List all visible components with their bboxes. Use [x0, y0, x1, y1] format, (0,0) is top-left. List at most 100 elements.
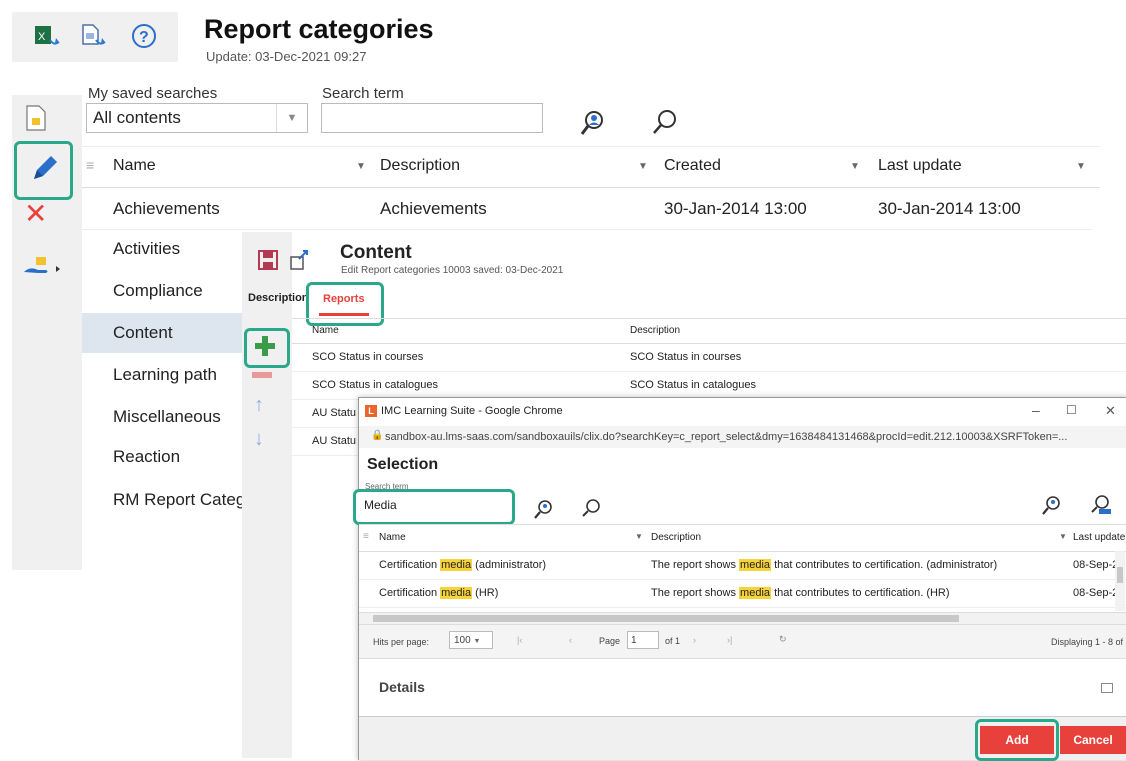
- next-page-icon[interactable]: ›: [693, 635, 696, 645]
- collapse-icon[interactable]: [1101, 683, 1113, 693]
- user-search-icon[interactable]: [1041, 494, 1063, 516]
- remove-minus-icon[interactable]: [252, 372, 272, 378]
- refresh-icon[interactable]: ↻: [779, 634, 787, 645]
- selection-grid-header: ≡ Name ▼ Description ▼ Last update: [359, 524, 1126, 552]
- user-search-icon[interactable]: [533, 498, 555, 520]
- column-header-description[interactable]: Description: [630, 325, 680, 336]
- details-label: Details: [379, 679, 425, 695]
- search-icon[interactable]: [581, 498, 601, 518]
- edit-button-highlight[interactable]: [14, 141, 73, 200]
- content-side-toolbar: [242, 232, 292, 758]
- app-favicon-icon: L: [365, 405, 377, 417]
- tab-description[interactable]: Description: [248, 292, 309, 304]
- hand-assign-icon[interactable]: [22, 254, 62, 280]
- first-page-icon[interactable]: |‹: [517, 635, 522, 645]
- column-header-last-update[interactable]: Last update: [878, 157, 962, 175]
- column-header-last-update[interactable]: Last update: [1073, 532, 1125, 543]
- chevron-down-icon[interactable]: ▼: [1059, 532, 1067, 541]
- tab-active-underline: [319, 313, 369, 316]
- row-created: 30-Jan-2014 13:00: [664, 199, 807, 218]
- clear-search-icon[interactable]: [1089, 494, 1113, 516]
- chevron-down-icon[interactable]: ▼: [276, 104, 307, 132]
- chevron-down-icon[interactable]: ▼: [638, 161, 648, 172]
- search-icon[interactable]: [651, 108, 679, 136]
- content-subtitle: Edit Report categories 10003 saved: 03-D…: [341, 265, 564, 276]
- svg-text:?: ?: [139, 29, 149, 46]
- search-highlight: media: [739, 587, 772, 599]
- tab-reports[interactable]: Reports: [323, 293, 365, 305]
- popup-title: IMC Learning Suite - Google Chrome: [381, 405, 563, 417]
- page-number-input[interactable]: 1: [627, 631, 659, 649]
- popup-footer: Add Cancel: [359, 716, 1126, 761]
- column-header-created[interactable]: Created: [664, 157, 721, 175]
- table-row[interactable]: SCO Status in catalogues SCO Status in c…: [292, 371, 1126, 400]
- search-term-input[interactable]: [321, 103, 543, 133]
- saved-searches-select[interactable]: All contents ▼: [86, 103, 308, 133]
- save-icon[interactable]: [258, 250, 278, 270]
- cancel-button[interactable]: Cancel: [1060, 726, 1126, 754]
- top-toolbar: X ?: [12, 12, 178, 62]
- scrollbar-thumb[interactable]: [373, 615, 959, 622]
- close-icon[interactable]: ✕: [1105, 403, 1116, 419]
- selection-popup-window: L IMC Learning Suite - Google Chrome – ☐…: [353, 397, 1126, 761]
- selection-row-description: The report shows media that contributes …: [651, 587, 950, 599]
- search-highlight: media: [739, 559, 772, 571]
- excel-export-icon[interactable]: X: [32, 22, 60, 50]
- hits-per-page-select[interactable]: 100 ▼: [449, 631, 493, 649]
- hits-per-page-label: Hits per page:: [373, 637, 430, 647]
- scrollbar-thumb[interactable]: [1117, 567, 1123, 583]
- column-header-description[interactable]: Description: [380, 157, 460, 175]
- selection-row-name: Certification media (HR): [379, 587, 499, 599]
- report-name: SCO Status in courses: [312, 351, 424, 363]
- selection-search-input[interactable]: Media: [353, 489, 515, 525]
- address-bar[interactable]: 🔒 sandbox-au.lms-saas.com/sandboxauils/c…: [359, 426, 1126, 448]
- column-header-name[interactable]: Name: [312, 325, 339, 336]
- page-update-time: Update: 03-Dec-2021 09:27: [206, 49, 367, 64]
- move-up-arrow-icon[interactable]: ↑: [254, 394, 264, 417]
- chevron-down-icon[interactable]: ▼: [635, 532, 643, 541]
- search-highlight: media: [440, 587, 473, 599]
- add-plus-icon[interactable]: [253, 334, 277, 358]
- column-header-description[interactable]: Description: [651, 532, 701, 543]
- reports-table-header: Name Description: [292, 318, 1126, 344]
- selection-title: Selection: [367, 456, 439, 473]
- page-title: Report categories: [204, 14, 434, 44]
- row-last-update: 30-Jan-2014 13:00: [878, 199, 1021, 218]
- table-row[interactable]: SCO Status in courses SCO Status in cour…: [292, 343, 1126, 372]
- table-row[interactable]: Achievements Achievements 30-Jan-2014 13…: [82, 187, 1092, 230]
- content-title: Content: [340, 242, 412, 263]
- column-header-name[interactable]: Name: [379, 532, 406, 543]
- selection-row-updated: 08-Sep-2: [1073, 559, 1119, 571]
- table-row[interactable]: Certification media (HR) The report show…: [359, 579, 1126, 608]
- save-export-icon[interactable]: [289, 249, 311, 271]
- edit-pencil-icon[interactable]: [29, 154, 59, 184]
- saved-searches-value: All contents: [93, 108, 181, 127]
- add-report-button[interactable]: [244, 328, 290, 368]
- help-icon[interactable]: ?: [130, 22, 158, 50]
- move-down-arrow-icon[interactable]: ↓: [254, 428, 264, 451]
- vertical-scrollbar[interactable]: [1115, 551, 1125, 611]
- maximize-icon[interactable]: ☐: [1066, 403, 1077, 417]
- table-row[interactable]: Certification media (administrator) The …: [359, 551, 1126, 580]
- lock-icon: 🔒: [371, 430, 384, 441]
- delete-x-icon[interactable]: ✕: [24, 200, 47, 228]
- minimize-icon[interactable]: –: [1032, 402, 1040, 418]
- drag-handle-icon[interactable]: ≡: [86, 157, 94, 173]
- column-header-name[interactable]: Name: [113, 157, 156, 175]
- svg-text:X: X: [38, 31, 46, 43]
- drag-handle-icon[interactable]: ≡: [363, 531, 369, 542]
- add-button[interactable]: Add: [980, 726, 1054, 754]
- details-section[interactable]: Details: [359, 658, 1126, 717]
- selection-row-updated: 08-Sep-2: [1073, 587, 1119, 599]
- prev-page-icon[interactable]: ‹: [569, 635, 572, 645]
- chevron-down-icon[interactable]: ▼: [473, 638, 480, 645]
- chevron-down-icon[interactable]: ▼: [1076, 161, 1086, 172]
- page-of-label: of 1: [665, 636, 681, 646]
- chevron-down-icon[interactable]: ▼: [850, 161, 860, 172]
- row-name: Achievements: [113, 199, 220, 218]
- user-search-icon[interactable]: [578, 108, 608, 138]
- chevron-down-icon[interactable]: ▼: [356, 161, 366, 172]
- last-page-icon[interactable]: ›|: [727, 635, 732, 645]
- new-document-icon[interactable]: [24, 104, 48, 132]
- document-export-icon[interactable]: [78, 22, 106, 50]
